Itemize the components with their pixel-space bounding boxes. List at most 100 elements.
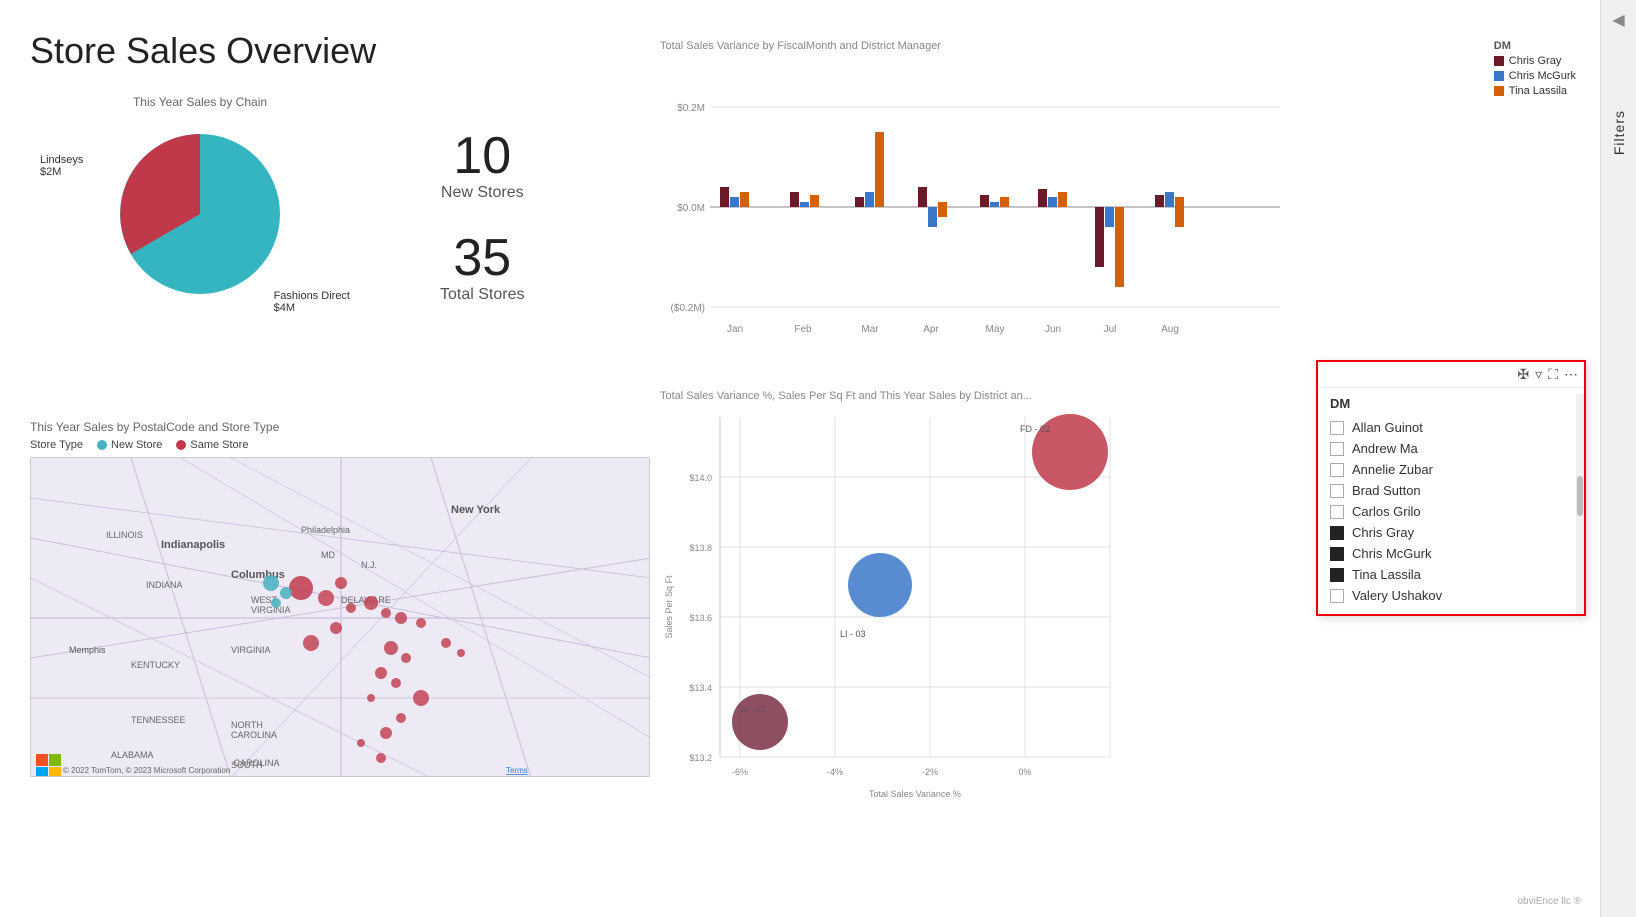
svg-text:MD: MD xyxy=(321,550,335,560)
svg-text:VIRGINIA: VIRGINIA xyxy=(231,645,271,655)
legend-tina-lassila: Tina Lassila xyxy=(1494,85,1576,97)
filter-item-brad[interactable]: Brad Sutton xyxy=(1330,480,1572,501)
fullscreen-icon[interactable]: ⛶ xyxy=(1548,366,1558,383)
svg-text:INDIANA: INDIANA xyxy=(146,580,183,590)
filter-item-carlos[interactable]: Carlos Grilo xyxy=(1330,501,1572,522)
svg-text:Feb: Feb xyxy=(794,324,812,335)
legend-chris-gray: Chris Gray xyxy=(1494,55,1576,67)
filter-label-chris-mcgurk: Chris McGurk xyxy=(1352,546,1431,561)
svg-text:FD - 02: FD - 02 xyxy=(1020,424,1050,434)
svg-text:LI - 02: LI - 02 xyxy=(740,704,766,714)
svg-text:© 2022 TomTom, © 2023 Microsof: © 2022 TomTom, © 2023 Microsoft Corporat… xyxy=(63,766,230,775)
new-stores-label: New Stores xyxy=(440,184,524,202)
total-stores-count: 35 xyxy=(440,232,524,284)
panel-scrollbar[interactable] xyxy=(1576,394,1584,614)
map-section: This Year Sales by PostalCode and Store … xyxy=(30,420,670,777)
svg-text:$13.6: $13.6 xyxy=(689,613,712,623)
filter-label-brad: Brad Sutton xyxy=(1352,483,1421,498)
filter-item-tina[interactable]: Tina Lassila xyxy=(1330,564,1572,585)
filter-label-chris-gray: Chris Gray xyxy=(1352,525,1414,540)
pie-chart-section: This Year Sales by Chain Lindseys $2M Fa… xyxy=(30,95,370,334)
bar-chart-svg[interactable]: $0.2M $0.0M ($0.2M) xyxy=(660,77,1300,377)
bar-chart-dm-label: DM xyxy=(1494,40,1576,52)
checkbox-valery[interactable] xyxy=(1330,589,1344,603)
svg-text:($0.2M): ($0.2M) xyxy=(671,303,705,314)
filter-icon[interactable]: ▿ xyxy=(1535,366,1542,383)
svg-text:Aug: Aug xyxy=(1161,324,1179,335)
filter-label-andrew: Andrew Ma xyxy=(1352,441,1418,456)
svg-text:Philadelphia: Philadelphia xyxy=(301,525,350,535)
svg-text:-6%: -6% xyxy=(732,767,748,777)
svg-text:N.J.: N.J. xyxy=(361,560,377,570)
page-title: Store Sales Overview xyxy=(30,30,376,72)
filter-label-annelie: Annelie Zubar xyxy=(1352,462,1433,477)
svg-text:$13.2: $13.2 xyxy=(689,753,712,763)
checkbox-brad[interactable] xyxy=(1330,484,1344,498)
filter-item-valery[interactable]: Valery Ushakov xyxy=(1330,585,1572,606)
svg-text:0%: 0% xyxy=(1018,767,1031,777)
svg-text:ILLINOIS: ILLINOIS xyxy=(106,530,143,540)
checkbox-andrew[interactable] xyxy=(1330,442,1344,456)
pie-label-lindseys: Lindseys $2M xyxy=(40,154,83,178)
svg-text:LI - 03: LI - 03 xyxy=(840,629,866,639)
stores-section: 10 New Stores 35 Total Stores xyxy=(440,130,524,304)
filter-item-chris-mcgurk[interactable]: Chris McGurk xyxy=(1330,543,1572,564)
bar-chart-section[interactable]: Total Sales Variance by FiscalMonth and … xyxy=(660,40,1586,382)
svg-text:New York: New York xyxy=(451,504,501,516)
svg-text:Indianapolis: Indianapolis xyxy=(161,539,225,551)
panel-header: ✠ ▿ ⛶ ⋯ xyxy=(1318,362,1584,388)
svg-text:Apr: Apr xyxy=(923,324,939,335)
svg-text:Total Sales Variance %: Total Sales Variance % xyxy=(869,789,961,799)
checkbox-tina[interactable] xyxy=(1330,568,1344,582)
checkbox-carlos[interactable] xyxy=(1330,505,1344,519)
svg-text:Jul: Jul xyxy=(1104,324,1117,335)
checkbox-annelie[interactable] xyxy=(1330,463,1344,477)
svg-text:$0.0M: $0.0M xyxy=(677,203,705,214)
filter-item-annelie[interactable]: Annelie Zubar xyxy=(1330,459,1572,480)
filter-label-allan: Allan Guinot xyxy=(1352,420,1423,435)
filter-label-valery: Valery Ushakov xyxy=(1352,588,1442,603)
scrollbar-thumb[interactable] xyxy=(1577,476,1583,516)
bar-chart-title: Total Sales Variance by FiscalMonth and … xyxy=(660,40,1586,52)
filters-label[interactable]: Filters xyxy=(1611,110,1627,155)
panel-body: DM Allan Guinot Andrew Ma Annelie Zubar … xyxy=(1318,388,1584,614)
filter-item-allan[interactable]: Allan Guinot xyxy=(1330,417,1572,438)
svg-text:Jan: Jan xyxy=(727,324,743,335)
filter-item-andrew[interactable]: Andrew Ma xyxy=(1330,438,1572,459)
svg-text:$0.2M: $0.2M xyxy=(677,103,705,114)
scatter-title: Total Sales Variance %, Sales Per Sq Ft … xyxy=(660,390,1130,402)
svg-text:TENNESSEE: TENNESSEE xyxy=(131,715,186,725)
filters-tab[interactable]: ◀ Filters xyxy=(1600,0,1636,917)
checkbox-allan[interactable] xyxy=(1330,421,1344,435)
total-stores-label: Total Stores xyxy=(440,286,524,304)
svg-text:Jun: Jun xyxy=(1045,324,1061,335)
filter-label-carlos: Carlos Grilo xyxy=(1352,504,1421,519)
svg-text:ALABAMA: ALABAMA xyxy=(111,750,154,760)
map-svg: Indianapolis ILLINOIS INDIANA Columbus P… xyxy=(31,458,650,777)
checkbox-chris-gray[interactable] xyxy=(1330,526,1344,540)
new-stores-count: 10 xyxy=(440,130,524,182)
svg-text:-4%: -4% xyxy=(827,767,843,777)
svg-text:$13.8: $13.8 xyxy=(689,543,712,553)
expand-icon[interactable]: ✠ xyxy=(1517,366,1529,383)
checkbox-chris-mcgurk[interactable] xyxy=(1330,547,1344,561)
scatter-section[interactable]: Total Sales Variance %, Sales Per Sq Ft … xyxy=(660,390,1130,810)
svg-text:Mar: Mar xyxy=(861,324,879,335)
svg-text:May: May xyxy=(986,324,1005,335)
map-container[interactable]: Indianapolis ILLINOIS INDIANA Columbus P… xyxy=(30,457,650,777)
pie-chart-svg[interactable] xyxy=(90,114,310,314)
legend-chris-mcgurk: Chris McGurk xyxy=(1494,70,1576,82)
pie-chart-title: This Year Sales by Chain xyxy=(30,95,370,109)
obviEnce-label: obviEnce llc ® xyxy=(1517,896,1581,907)
svg-text:-2%: -2% xyxy=(922,767,938,777)
dm-filter-panel[interactable]: ✠ ▿ ⛶ ⋯ DM Allan Guinot Andrew Ma Anneli… xyxy=(1316,360,1586,616)
collapse-icon[interactable]: ◀ xyxy=(1612,10,1624,30)
map-title: This Year Sales by PostalCode and Store … xyxy=(30,420,670,434)
more-options-icon[interactable]: ⋯ xyxy=(1564,366,1578,383)
filter-label-tina: Tina Lassila xyxy=(1352,567,1421,582)
scatter-svg[interactable]: $13.2 $13.4 $13.6 $13.8 $14.0 -6% -4% -2… xyxy=(660,407,1130,807)
store-type-legend: Store Type New Store Same Store xyxy=(30,439,670,451)
svg-text:$13.4: $13.4 xyxy=(689,683,712,693)
filter-item-chris-gray[interactable]: Chris Gray xyxy=(1330,522,1572,543)
svg-text:KENTUCKY: KENTUCKY xyxy=(131,660,180,670)
